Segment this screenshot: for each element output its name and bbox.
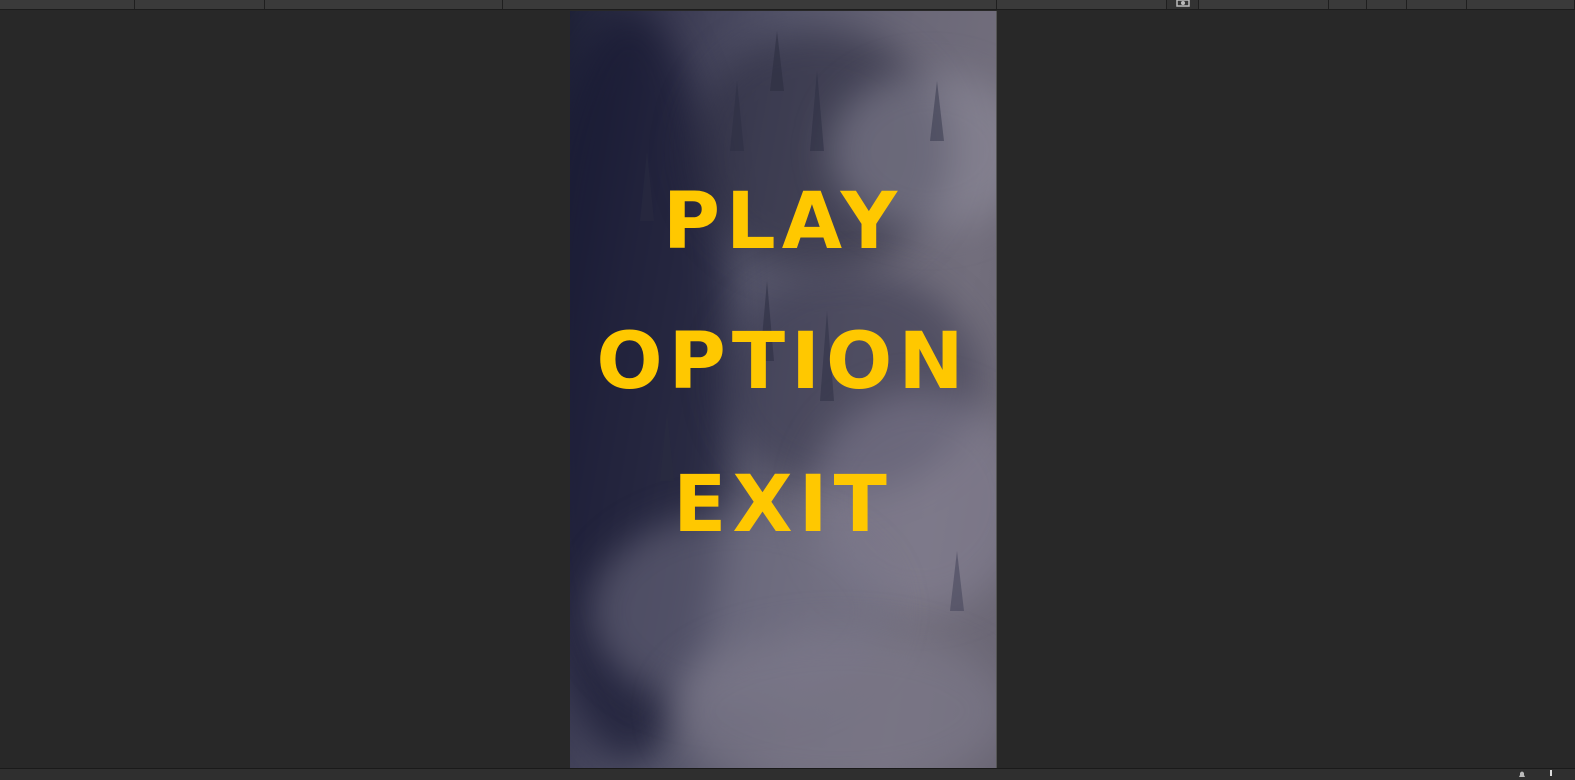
- toolbar-segment-9[interactable]: [1407, 0, 1467, 9]
- toolbar-segment-10[interactable]: [1467, 0, 1575, 9]
- toolbar-segment-1[interactable]: [0, 0, 135, 9]
- tree-silhouette: [810, 71, 824, 151]
- toolbar-segment-5[interactable]: [997, 0, 1167, 9]
- tree-silhouette: [770, 31, 784, 91]
- camera-icon: [1176, 0, 1190, 7]
- option-button[interactable]: OPTION: [570, 323, 996, 401]
- alert-icon[interactable]: [1546, 769, 1556, 779]
- toolbar-segment-8[interactable]: [1367, 0, 1407, 9]
- exit-button[interactable]: EXIT: [570, 466, 996, 544]
- editor-toolbar: [0, 0, 1575, 10]
- tree-silhouette: [730, 81, 744, 151]
- toolbar-segment-6[interactable]: [1199, 0, 1329, 9]
- camera-button[interactable]: [1167, 0, 1199, 9]
- game-view: PLAY OPTION EXIT: [570, 11, 997, 768]
- toolbar-segment-7[interactable]: [1329, 0, 1367, 9]
- toolbar-segment-2[interactable]: [135, 0, 265, 9]
- tree-silhouette: [950, 551, 964, 611]
- status-bar: [0, 768, 1575, 780]
- toolbar-segment-3[interactable]: [265, 0, 503, 9]
- toolbar-segment-4[interactable]: [503, 0, 997, 9]
- bell-icon[interactable]: [1517, 769, 1527, 779]
- play-button[interactable]: PLAY: [570, 183, 996, 261]
- tree-silhouette: [930, 81, 944, 141]
